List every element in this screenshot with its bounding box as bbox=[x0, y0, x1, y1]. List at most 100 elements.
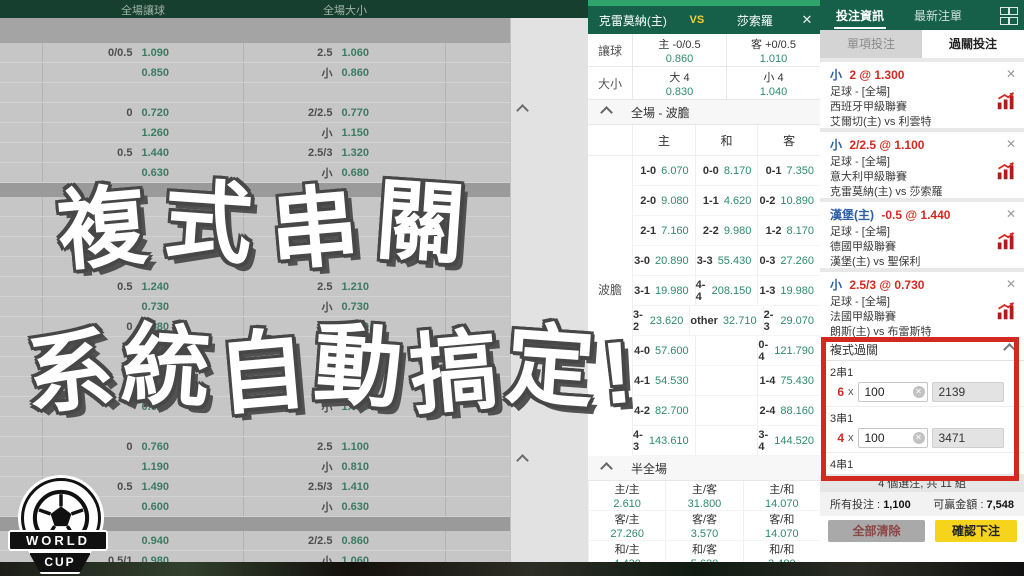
score-cell-draw[interactable]: 1-1 4.620 bbox=[695, 186, 758, 216]
overunder-cell: 2/2.5 0.860 bbox=[243, 531, 445, 550]
score-cell-away[interactable]: 3-4 144.520 bbox=[757, 426, 820, 456]
handicap-odds: 0.850 bbox=[141, 67, 169, 79]
stats-chart-icon[interactable] bbox=[996, 232, 1016, 255]
potential-win: 可贏金額 : 7,548 bbox=[933, 496, 1014, 512]
clear-input-icon[interactable]: ✕ bbox=[913, 386, 925, 398]
bet-line-and-odds: -0.5 @ 1.440 bbox=[881, 208, 950, 222]
stats-chart-icon[interactable] bbox=[996, 302, 1016, 325]
table-row bbox=[0, 83, 510, 103]
close-icon[interactable]: ✕ bbox=[1006, 137, 1016, 151]
score-cell-home[interactable]: 4-1 54.530 bbox=[632, 366, 695, 396]
score-row: 3-0 20.890 3-3 55.430 0-3 27.260 bbox=[588, 246, 820, 276]
close-icon[interactable]: ✕ bbox=[1006, 277, 1016, 291]
score-cell-draw[interactable] bbox=[695, 366, 758, 396]
parlay-title: 複式過關 bbox=[830, 341, 878, 358]
col-header-draw: 和 bbox=[695, 125, 758, 155]
subtab-single-bet[interactable]: 單項投注 bbox=[820, 30, 922, 58]
score-cell-home[interactable]: 3-2 23.620 bbox=[632, 306, 689, 336]
score-cell-draw[interactable]: 4-4 208.150 bbox=[695, 276, 758, 306]
score-odds: 9.080 bbox=[661, 195, 689, 207]
htft-cell[interactable]: 客/客 3.570 bbox=[665, 511, 742, 541]
score-cell-draw[interactable] bbox=[695, 336, 758, 366]
section-halftime-fulltime[interactable]: 半全場 bbox=[588, 456, 820, 481]
score-odds: 121.790 bbox=[774, 345, 814, 357]
section-label: 半全場 bbox=[631, 460, 667, 477]
confirm-bet-button[interactable]: 確認下注 bbox=[935, 520, 1017, 542]
odds-cell-home[interactable]: 主 -0/0.5 0.860 bbox=[632, 34, 726, 66]
parlay-title-row[interactable]: 複式過關 bbox=[820, 338, 1024, 361]
score-cell-away[interactable]: 2-3 29.070 bbox=[763, 306, 820, 336]
score-cell-away[interactable]: 1-2 8.170 bbox=[757, 216, 820, 246]
odds-cell-home[interactable]: 大 4 0.830 bbox=[632, 67, 726, 99]
score-label: 1-4 bbox=[759, 375, 775, 387]
handicap-cell: 0 0.720 bbox=[42, 103, 243, 122]
score-cell-draw[interactable] bbox=[695, 396, 758, 426]
score-cell-home[interactable]: 3-0 20.890 bbox=[632, 246, 695, 276]
score-cell-home[interactable]: 4-2 82.700 bbox=[632, 396, 695, 426]
row-label-cell bbox=[0, 277, 42, 296]
clear-input-icon[interactable]: ✕ bbox=[913, 432, 925, 444]
tab-bet-info[interactable]: 投注資訊 bbox=[834, 2, 886, 29]
row-label-cell bbox=[0, 457, 42, 476]
multiply-label: x bbox=[848, 386, 854, 398]
grid-icon[interactable] bbox=[1000, 7, 1016, 25]
score-cell-away[interactable]: 0-1 7.350 bbox=[757, 156, 820, 186]
section-correct-score[interactable]: 全場 - 波膽 bbox=[588, 100, 820, 125]
score-cell-away[interactable]: 1-4 75.430 bbox=[757, 366, 820, 396]
score-label: 0-1 bbox=[766, 165, 782, 177]
overunder-cell: 2.5 1.100 bbox=[243, 437, 445, 456]
odds-cell-away[interactable]: 小 4 1.040 bbox=[726, 67, 820, 99]
bet-match: 克雷莫納(主) vs 莎索羅 bbox=[830, 186, 942, 198]
bet-selection-header: 漢堡(主) -0.5 @ 1.440 bbox=[820, 202, 1024, 225]
handicap-cell: 1.260 bbox=[42, 123, 243, 142]
htft-cell[interactable]: 主/和 14.070 bbox=[743, 481, 820, 511]
score-odds: 54.530 bbox=[655, 375, 689, 387]
htft-cell[interactable]: 客/主 27.260 bbox=[588, 511, 665, 541]
close-icon[interactable]: ✕ bbox=[1006, 207, 1016, 221]
market-label: 讓球 bbox=[588, 34, 632, 66]
htft-cell[interactable]: 客/和 14.070 bbox=[743, 511, 820, 541]
score-cell-away[interactable]: 1-3 19.980 bbox=[757, 276, 820, 306]
score-odds: 6.070 bbox=[661, 165, 689, 177]
score-cell-home[interactable]: 2-0 9.080 bbox=[632, 186, 695, 216]
htft-cell[interactable]: 主/主 2.610 bbox=[588, 481, 665, 511]
score-cell-home[interactable]: 1-0 6.070 bbox=[632, 156, 695, 186]
score-cell-away[interactable]: 0-3 27.260 bbox=[757, 246, 820, 276]
score-label: 3-1 bbox=[634, 285, 650, 297]
subtab-parlay-bet[interactable]: 過關投注 bbox=[922, 30, 1024, 58]
betslip-totals: 所有投注 : 1,100 可贏金額 : 7,548 bbox=[820, 492, 1024, 516]
score-cell-home[interactable]: 4-0 57.600 bbox=[632, 336, 695, 366]
stats-chart-icon[interactable] bbox=[996, 162, 1016, 185]
bet-sport-line: 足球 - [全場] bbox=[820, 155, 1024, 170]
score-cell-home[interactable]: 3-1 19.980 bbox=[632, 276, 695, 306]
overunder-cell: 2.5 1.060 bbox=[243, 43, 445, 62]
clear-all-button[interactable]: 全部清除 bbox=[828, 520, 925, 542]
htft-label: 客/主 bbox=[615, 511, 640, 527]
htft-cell[interactable]: 主/客 31.800 bbox=[665, 481, 742, 511]
table-row: 0.730 小 0.730 bbox=[0, 297, 510, 317]
score-cell-draw[interactable] bbox=[695, 426, 758, 456]
row-label-cell bbox=[0, 197, 42, 216]
market-rows: 讓球 主 -0/0.5 0.860 客 +0/0.5 1.010 大小 大 4 … bbox=[588, 34, 820, 100]
score-row: 3-1 19.980 4-4 208.150 1-3 19.980 bbox=[588, 276, 820, 306]
promo-text-char: 搞 bbox=[407, 325, 502, 420]
odds-cell-away[interactable]: 客 +0/0.5 1.010 bbox=[726, 34, 820, 66]
score-cell-home[interactable]: 2-1 7.160 bbox=[632, 216, 695, 246]
score-cell-away[interactable]: 2-4 88.160 bbox=[757, 396, 820, 426]
overunder-odds: 0.770 bbox=[341, 107, 369, 119]
score-cell-away[interactable]: 0-2 10.890 bbox=[757, 186, 820, 216]
overunder-odds: 1.210 bbox=[341, 281, 369, 293]
score-cell-draw[interactable]: 3-3 55.430 bbox=[695, 246, 758, 276]
bet-sport-line: 足球 - [全場] bbox=[820, 85, 1024, 100]
close-icon[interactable]: ✕ bbox=[1006, 67, 1016, 81]
stats-chart-icon[interactable] bbox=[996, 92, 1016, 115]
score-cell-away[interactable]: 0-4 121.790 bbox=[757, 336, 820, 366]
score-cell-draw[interactable]: 2-2 9.980 bbox=[695, 216, 758, 246]
close-icon[interactable]: ✕ bbox=[794, 12, 820, 28]
score-cell-draw[interactable]: 0-0 8.170 bbox=[695, 156, 758, 186]
score-cell-home[interactable]: 4-3 143.610 bbox=[632, 426, 695, 456]
empty-cell bbox=[445, 477, 509, 496]
score-cell-draw[interactable]: other 32.710 bbox=[689, 306, 762, 336]
overunder-line: 2.5/3 bbox=[308, 481, 332, 493]
tab-latest-bets[interactable]: 最新注單 bbox=[912, 2, 964, 29]
